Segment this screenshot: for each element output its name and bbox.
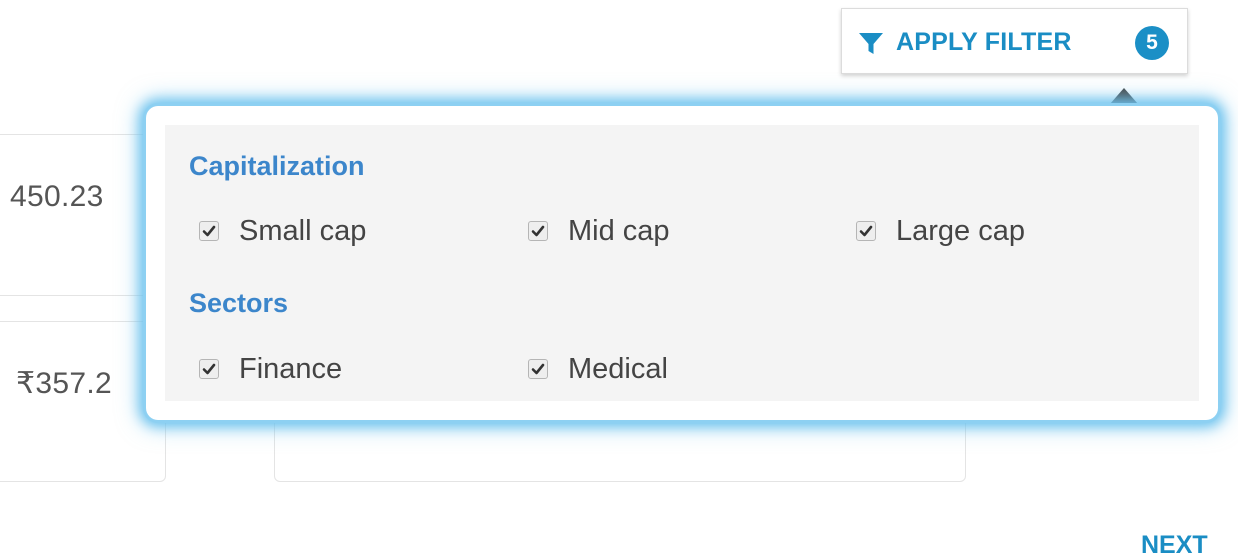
checkbox[interactable]: [856, 221, 876, 241]
stock-card[interactable]: [0, 321, 166, 482]
next-button[interactable]: NEXT: [1141, 531, 1208, 558]
funnel-icon: [859, 33, 883, 54]
option-mid-cap[interactable]: Mid cap: [528, 214, 670, 247]
option-small-cap[interactable]: Small cap: [199, 214, 367, 247]
section-title-sectors: Sectors: [189, 288, 289, 318]
checkmark-icon: [531, 225, 545, 237]
option-label: Finance: [239, 352, 343, 385]
checkmark-icon: [531, 363, 545, 375]
stock-card[interactable]: [0, 134, 166, 296]
checkbox[interactable]: [199, 221, 219, 241]
option-medical[interactable]: Medical: [528, 352, 668, 385]
section-title-capitalization: Capitalization: [189, 151, 365, 181]
apply-filter-label: APPLY FILTER: [896, 28, 1072, 56]
apply-filter-button[interactable]: APPLY FILTER 5: [841, 8, 1188, 74]
checkbox[interactable]: [528, 359, 548, 379]
filter-popup-body: Capitalization Small cap Mid cap Large c…: [165, 125, 1199, 401]
checkbox[interactable]: [199, 359, 219, 379]
checkbox[interactable]: [528, 221, 548, 241]
checkmark-icon: [202, 225, 216, 237]
page: 450.23 ₹357.2 APPLY FILTER 5 Capitalizat…: [0, 0, 1238, 558]
option-label: Small cap: [239, 214, 367, 247]
popup-caret: [1110, 88, 1138, 104]
option-finance[interactable]: Finance: [199, 352, 343, 385]
checkmark-icon: [859, 225, 873, 237]
option-label: Large cap: [896, 214, 1025, 247]
stock-price: 450.23: [10, 180, 104, 213]
option-label: Medical: [568, 352, 668, 385]
option-label: Mid cap: [568, 214, 670, 247]
option-large-cap[interactable]: Large cap: [856, 214, 1025, 247]
checkmark-icon: [202, 363, 216, 375]
filter-popup: Capitalization Small cap Mid cap Large c…: [146, 106, 1218, 420]
filter-count-badge: 5: [1135, 26, 1169, 60]
stock-price: ₹357.2: [16, 367, 112, 400]
